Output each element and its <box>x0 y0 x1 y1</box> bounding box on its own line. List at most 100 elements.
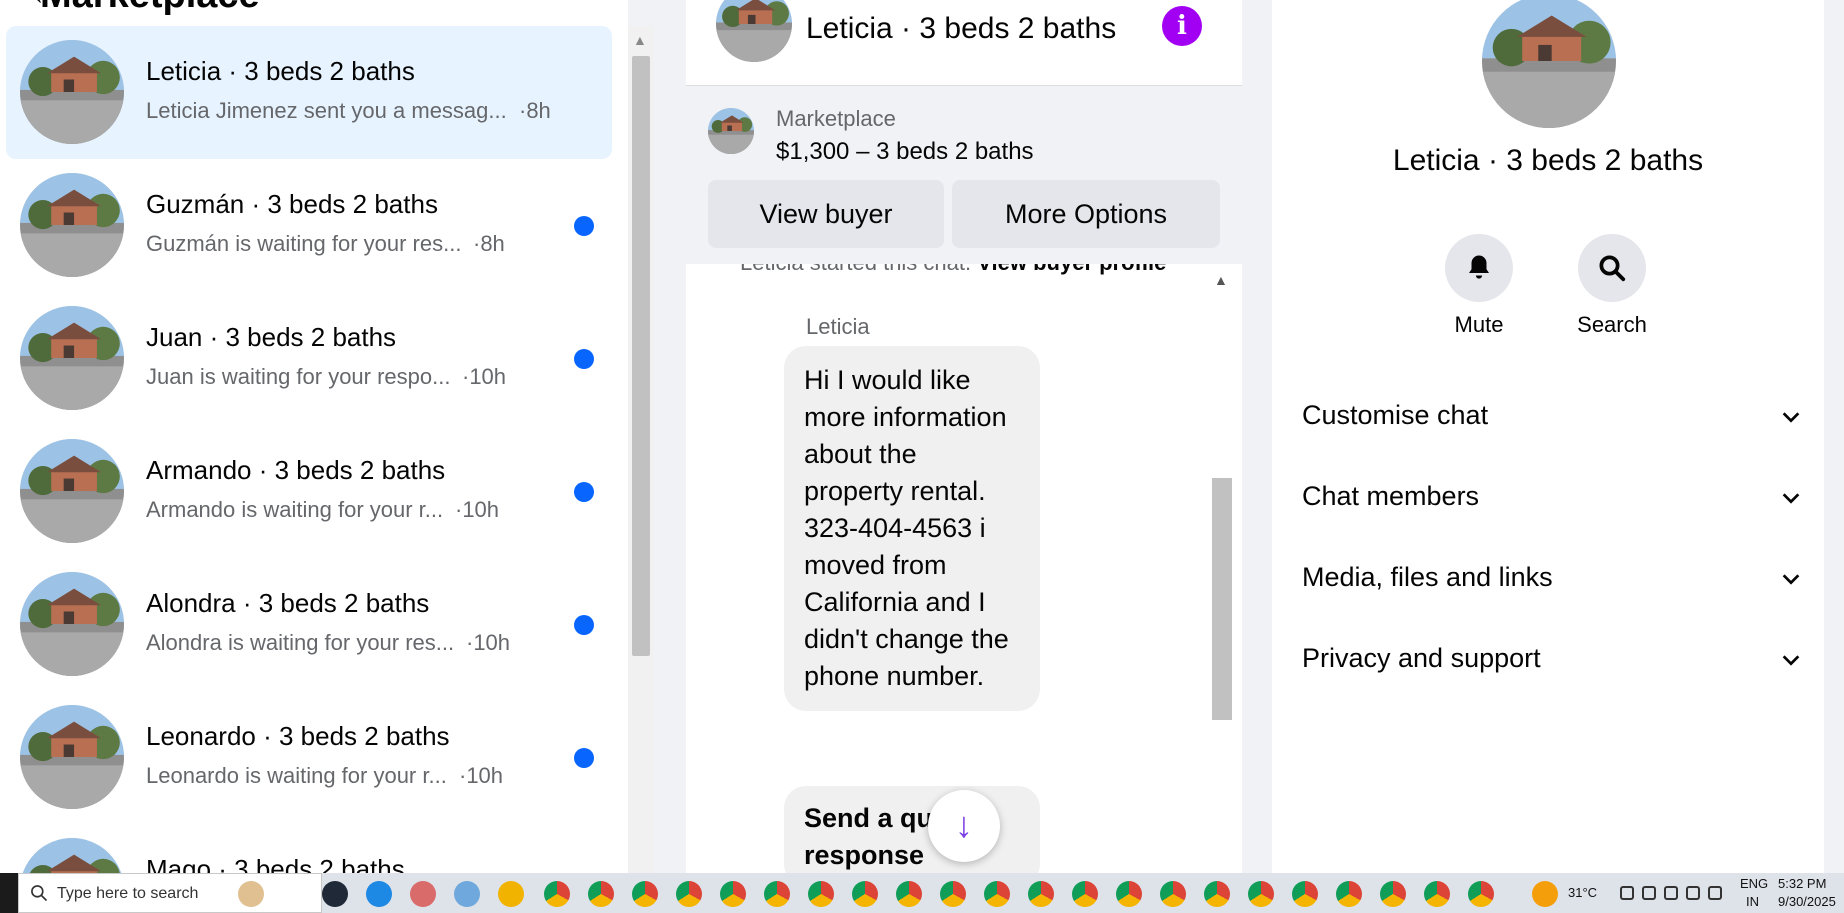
conversation-title[interactable]: Leticia · 3 beds 2 baths <box>806 12 1116 46</box>
chat-list: Leticia · 3 beds 2 baths Leticia Jimenez … <box>6 26 612 873</box>
language-bottom[interactable]: IN <box>1746 894 1759 909</box>
info-section-toggle[interactable]: Chat members <box>1302 467 1802 527</box>
chrome-icon[interactable] <box>1468 881 1494 907</box>
chevron-down-icon <box>1782 493 1800 504</box>
chat-time: ·10h <box>462 364 507 389</box>
chat-preview: Juan is waiting for your respo... <box>146 364 451 389</box>
section-label: Privacy and support <box>1302 643 1541 673</box>
chrome-icon[interactable] <box>1424 881 1450 907</box>
scrollbar-thumb[interactable] <box>632 56 650 656</box>
chrome-icon[interactable] <box>764 881 790 907</box>
chrome-icon[interactable] <box>1028 881 1054 907</box>
app-icon[interactable] <box>366 881 392 907</box>
chat-title: Alondra · 3 beds 2 baths <box>146 588 430 618</box>
message-bubble[interactable]: Hi I would like more information about t… <box>784 346 1040 711</box>
avatar <box>20 838 124 873</box>
quick-response-button[interactable]: Send a quick response <box>784 786 1040 873</box>
chat-list-item[interactable]: Guzmán · 3 beds 2 baths Guzmán is waiting… <box>6 159 612 292</box>
app-icon[interactable] <box>410 881 436 907</box>
chrome-icon[interactable] <box>1380 881 1406 907</box>
conversation-panel: Leticia · 3 beds 2 baths i Leticia start… <box>686 0 1242 873</box>
chat-preview: Leonardo is waiting for your r... <box>146 763 447 788</box>
chrome-icon[interactable] <box>588 881 614 907</box>
avatar[interactable] <box>716 0 792 62</box>
chrome-icon[interactable] <box>1292 881 1318 907</box>
search-button[interactable]: Search <box>1562 234 1662 338</box>
search-label: Search <box>1577 312 1647 337</box>
info-section-toggle[interactable]: Media, files and links <box>1302 548 1802 608</box>
system-tray-icon[interactable] <box>1664 886 1678 900</box>
info-section-toggle[interactable]: Customise chat <box>1302 386 1802 446</box>
chrome-icon[interactable] <box>1204 881 1230 907</box>
marketplace-listing-card: Marketplace $1,300 – 3 beds 2 baths View… <box>686 86 1242 264</box>
chrome-icon[interactable] <box>896 881 922 907</box>
info-icon[interactable]: i <box>1162 6 1202 46</box>
chrome-icon[interactable] <box>808 881 834 907</box>
section-label: Customise chat <box>1302 400 1489 430</box>
chat-list-item[interactable]: Mago · 3 beds 2 baths <box>6 824 612 873</box>
more-options-button[interactable]: More Options <box>952 180 1220 248</box>
start-button[interactable] <box>0 873 18 913</box>
chat-list-item[interactable]: Alondra · 3 beds 2 baths Alondra is waiti… <box>6 558 612 691</box>
conversation-header: Leticia · 3 beds 2 baths i <box>686 0 1242 86</box>
scrollbar-thumb[interactable] <box>1212 478 1232 720</box>
chrome-icon[interactable] <box>1116 881 1142 907</box>
system-tray-icon[interactable] <box>1642 886 1656 900</box>
view-buyer-button[interactable]: View buyer <box>708 180 944 248</box>
chrome-icon[interactable] <box>676 881 702 907</box>
weather-icon[interactable] <box>1532 881 1558 907</box>
unread-indicator <box>574 482 594 502</box>
conversation-scrollbar[interactable]: ▲ <box>1208 268 1234 873</box>
search-icon <box>1578 234 1646 302</box>
chat-list-item[interactable]: Armando · 3 beds 2 baths Armando is waiti… <box>6 425 612 558</box>
info-section-toggle[interactable]: Privacy and support <box>1302 629 1802 689</box>
tray-pets-icon[interactable] <box>238 881 264 907</box>
listing-title[interactable]: $1,300 – 3 beds 2 baths <box>776 138 1034 166</box>
scroll-to-bottom-button[interactable]: ↓ <box>928 790 1000 862</box>
chrome-icon[interactable] <box>1072 881 1098 907</box>
chrome-icon[interactable] <box>720 881 746 907</box>
task-view-icon[interactable] <box>322 881 348 907</box>
windows-taskbar: Type here to search 31°C ENG IN 5:32 PM … <box>0 873 1844 913</box>
mute-label: Mute <box>1454 312 1504 337</box>
system-tray-icon[interactable] <box>1620 886 1634 900</box>
avatar <box>20 572 124 676</box>
chrome-icon[interactable] <box>852 881 878 907</box>
chrome-icon[interactable] <box>1336 881 1362 907</box>
weather-temperature[interactable]: 31°C <box>1568 885 1597 900</box>
chat-list-item[interactable]: Leonardo · 3 beds 2 baths Leonardo is wai… <box>6 691 612 824</box>
chat-preview: Armando is waiting for your r... <box>146 497 444 522</box>
scroll-up-icon[interactable]: ▲ <box>1214 272 1228 288</box>
clock-time[interactable]: 5:32 PM <box>1778 876 1826 891</box>
chrome-icon[interactable] <box>632 881 658 907</box>
chrome-icon[interactable] <box>940 881 966 907</box>
chat-list-scrollbar[interactable]: ▲ <box>628 26 654 873</box>
avatar <box>20 306 124 410</box>
chat-info-panel: Leticia · 3 beds 2 baths Mute Search Cus… <box>1272 0 1824 873</box>
search-icon <box>29 883 49 908</box>
taskbar-search-input[interactable]: Type here to search <box>18 873 322 913</box>
scroll-up-icon[interactable]: ▲ <box>633 32 647 48</box>
file-explorer-icon[interactable] <box>498 881 524 907</box>
section-label: Media, files and links <box>1302 562 1553 592</box>
clock-date[interactable]: 9/30/2025 <box>1778 894 1836 909</box>
chat-list-item[interactable]: Juan · 3 beds 2 baths Juan is waiting for… <box>6 292 612 425</box>
chat-time: ·8h <box>519 98 551 123</box>
chat-title: Armando · 3 beds 2 baths <box>146 455 446 485</box>
chat-time: ·10h <box>459 763 504 788</box>
chrome-icon[interactable] <box>544 881 570 907</box>
chrome-icon[interactable] <box>1160 881 1186 907</box>
chrome-icon[interactable] <box>1248 881 1274 907</box>
system-tray-icon[interactable] <box>1708 886 1722 900</box>
mute-button[interactable]: Mute <box>1429 234 1529 338</box>
avatar <box>20 705 124 809</box>
chat-list-item[interactable]: Leticia · 3 beds 2 baths Leticia Jimenez … <box>6 26 612 159</box>
system-tray-icon[interactable] <box>1686 886 1700 900</box>
language-top[interactable]: ENG <box>1740 876 1768 891</box>
app-icon[interactable] <box>454 881 480 907</box>
listing-thumbnail[interactable] <box>708 108 754 154</box>
avatar[interactable] <box>1482 0 1616 128</box>
chrome-icon[interactable] <box>984 881 1010 907</box>
chat-info-title: Leticia · 3 beds 2 baths <box>1392 144 1704 177</box>
chat-title: Leticia · 3 beds 2 baths <box>146 56 415 86</box>
